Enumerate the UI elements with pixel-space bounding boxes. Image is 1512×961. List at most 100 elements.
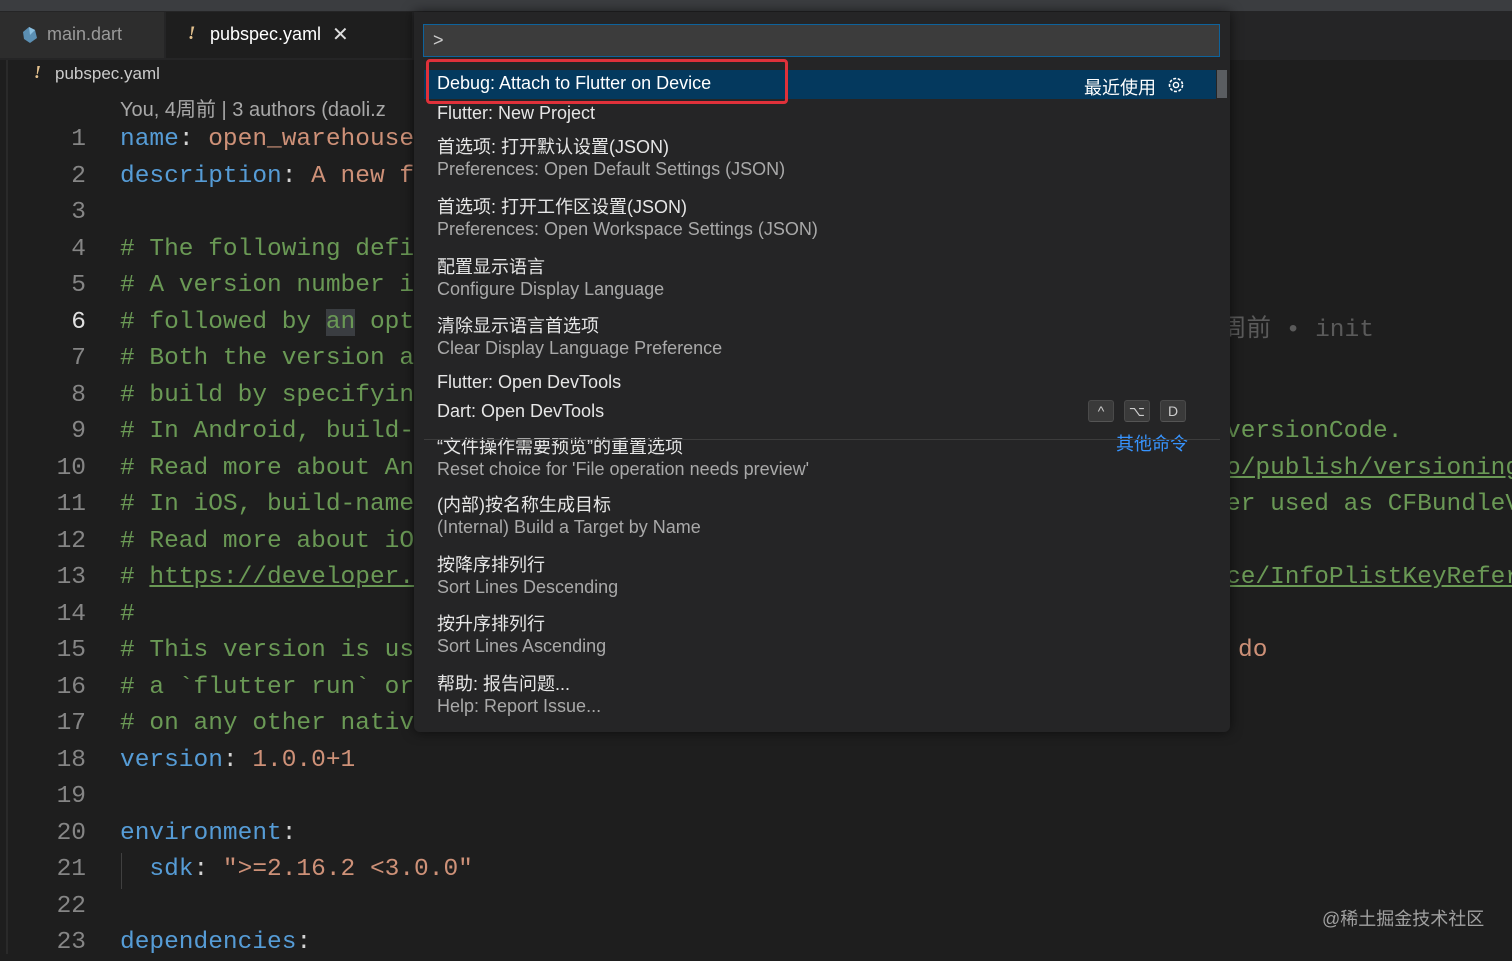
line-number: 14 [56,600,86,628]
close-icon[interactable]: ✕ [332,22,349,47]
command-title: 首选项: 打开默认设置(JSON) [437,137,669,157]
line-number: 13 [56,564,86,591]
code-text: name: open_warehouse [120,126,414,153]
tab-label: pubspec.yaml [210,24,322,44]
code-token: A new f [311,162,415,190]
tab-main-dart[interactable]: main.dart [0,12,164,58]
code-text: environment: [120,820,296,847]
command-subtitle: Preferences: Open Default Settings (JSON… [437,159,786,179]
code-text: # The following defi [120,236,414,263]
code-token: # This version is us [120,637,415,664]
watermark: @稀土掘金技术社区 [1322,909,1485,929]
line-number: 3 [71,199,86,226]
command-item[interactable]: 配置显示语言 Configure Display Language [424,250,1216,308]
command-item[interactable]: 按降序排列行 Sort Lines Descending [424,548,1216,606]
code-line[interactable]: 23 dependencies: [0,925,1512,961]
code-token: opt [355,308,415,336]
code-token: : [193,856,223,883]
command-item[interactable]: Debug: Attach to Flutter on Device 最近使用 [424,70,1216,99]
warning-bang-icon: ! [188,23,196,44]
line-number: 7 [71,345,86,372]
command-title: 清除显示语言首选项 [437,316,599,336]
code-token: an [325,308,356,336]
code-line[interactable]: 21 sdk: ">=2.16.2 <3.0.0" [0,852,1512,888]
line-number: 10 [56,454,86,482]
title-strip [0,0,1512,11]
keybinding-key: ⌥ [1123,400,1150,422]
command-item[interactable]: 清除显示语言首选项 Clear Display Language Preferen… [424,309,1216,367]
code-token: version [120,746,223,774]
code-token: : [178,126,209,153]
scrollbar-thumb[interactable] [1217,70,1227,98]
command-title: 按降序排列行 [437,555,545,575]
breadcrumb-file[interactable]: pubspec.yaml [55,64,160,84]
code-text: # build by specifyin [120,382,414,409]
code-line[interactable]: 18 version: 1.0.0+1 [0,743,1512,779]
code-line[interactable]: 20 environment: [0,816,1512,852]
code-text: # Read more about An [120,455,414,482]
tab-pubspec-yaml[interactable]: ! pubspec.yaml ✕ [166,12,412,58]
command-item[interactable]: 按升序排列行 Sort Lines Ascending [424,607,1216,665]
code-token: 1.0.0+1 [252,746,356,774]
code-token: : [281,819,297,847]
code-text: # This version is us [120,637,414,664]
command-item[interactable]: Flutter: Open DevTools [424,369,1216,398]
code-token: # In iOS, build-name [120,491,415,518]
code-token: sdk [149,856,194,883]
command-item[interactable]: 首选项: 打开工作区设置(JSON) Preferences: Open Work… [424,190,1216,248]
code-text-continuation: do [1238,637,1268,664]
command-item[interactable]: 帮助: 报告问题... Help: Report Issue... [424,667,1216,725]
command-palette-input[interactable] [423,24,1220,57]
code-text: version: 1.0.0+1 [120,747,355,774]
keybinding-key: D [1160,400,1186,422]
git-blame-annotation[interactable]: You, 4周前 | 3 authors (daoli.z [120,93,386,122]
code-text: # In iOS, build-name [120,491,414,518]
command-item[interactable]: (内部)按名称生成目标 (Internal) Build a Target by … [424,488,1216,546]
code-token: : [281,162,312,190]
code-token: # Both the version a [120,345,415,372]
code-token: # A version number i [120,272,415,299]
line-number: 15 [56,637,86,664]
code-token: # In Android, build- [120,418,415,445]
line-number: 22 [56,892,86,920]
code-text-continuation: ce/InfoPlistKeyRefer [1226,564,1512,591]
command-item[interactable]: 首选项: 打开默认设置(JSON) Preferences: Open Defau… [424,130,1216,188]
command-title: 按升序排列行 [437,614,545,634]
code-token: # build by specifyin [120,381,415,409]
code-text: # In Android, build- [120,418,414,445]
code-token: open_warehouse [208,126,415,153]
command-title: Dart: Open DevTools [437,401,605,421]
code-token: # Read more about iO [120,527,415,555]
code-text-continuation: o/publish/versioning [1226,454,1512,482]
code-text: # followed by an opt [120,308,415,336]
code-token: : [296,929,312,956]
line-number: 11 [56,491,86,518]
command-subtitle: Reset choice for 'File operation needs p… [437,459,810,479]
inline-blame-text: 周前 • init [1222,316,1374,344]
line-number: 5 [71,272,86,299]
code-line[interactable]: 19 [0,779,1512,815]
line-number: 17 [56,710,86,737]
group-separator [424,439,1220,440]
code-text-continuation: versionCode. [1226,418,1403,445]
gear-icon[interactable] [1166,75,1186,95]
command-subtitle: Configure Display Language [437,279,665,299]
code-text: description: A new f [120,163,414,190]
indent-guide [121,853,122,889]
line-number: 1 [71,126,86,153]
command-item[interactable]: Dart: Open DevTools ^ ⌥ D [424,398,1216,427]
command-title: (内部)按名称生成目标 [437,495,611,515]
command-subtitle: Clear Display Language Preference [437,338,723,358]
code-token: # followed by [120,308,326,336]
line-number: 16 [56,673,86,701]
dart-icon [23,27,37,43]
line-number: 23 [56,929,86,956]
command-title: Flutter: Open DevTools [437,372,622,392]
line-number: 6 [71,308,86,336]
code-line[interactable]: 22 [0,889,1512,925]
keybinding-key: ^ [1088,400,1114,422]
command-item[interactable]: Flutter: New Project [424,100,1216,129]
code-text-continuation: er used as CFBundleV [1226,491,1512,518]
code-text: # a `flutter run` or [120,674,414,701]
